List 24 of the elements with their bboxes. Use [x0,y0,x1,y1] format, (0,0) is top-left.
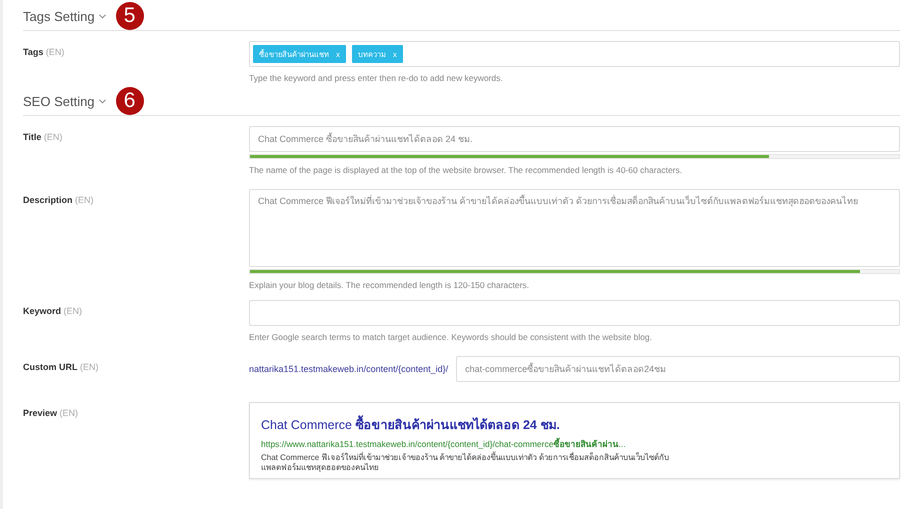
field-label: Title (EN) [23,131,64,144]
text-field[interactable] [249,300,900,326]
section-title[interactable]: Tags Setting [23,8,95,24]
field-label: Custom URL (EN) [23,361,100,374]
text-field[interactable]: Chat Commerce ซื้อขายสินค้าผ่านแชทได้ตลอด 24 ชม. [249,126,900,152]
field-label: Keyword (EN) [23,305,84,318]
preview-title: Chat Commerce ซื้อขายสินค้าผ่านแชทได้ตลอด 24 ชม. [261,415,888,435]
field-label: Preview (EN) [23,407,80,420]
help-text: Enter Google search terms to match target audience. Keywords should be consistent with the website blog. [249,332,654,342]
url-prefix: nattarika151.testmakeweb.in/content/{content_id}/ [249,364,448,374]
chevron-down-icon[interactable] [98,98,106,104]
help-text: Type the keyword and press enter then re-do to add new keywords. [249,73,504,83]
chevron-down-icon[interactable] [98,14,106,18]
step-number: 5 [116,2,144,30]
field-label: Tags (EN) [23,46,66,59]
help-text: Explain your blog details. The recommended length is 120-150 characters. [249,280,530,290]
url-field[interactable]: chat-commerceซื้อขายสินค้าผ่านแชทได้ตลอด24ชม [456,356,900,382]
field-label: Description (EN) [23,194,95,207]
textarea-field[interactable]: Chat Commerce ฟีเจอร์ใหม่ที่เข้ามาช่วยเจ้าของร้าน ค้าขายได้คล่องขึ้นแบบเท่าตัว ด้วยการเชื่อมสต็อกสินค้าบนเว็บไซต์กับแพลตฟอร์มแชทสุดฮอตของคนไทย [249,189,900,267]
help-text: The name of the page is displayed at the top of the website browser. The recommended length is 40-60 characters. [249,165,684,175]
preview-url: https://www.nattarika151.testmakeweb.in/content/{content_id}/chat-commerceซื้อขายสินค้าผ่าน... [261,437,627,451]
section-title[interactable]: SEO Setting [23,94,95,108]
step-number: 6 [116,87,144,115]
preview-description: Chat Commerce ฟีเจอร์ใหม่ที่เข้ามาช่วยเจ้าของร้าน ค้าขายได้คล่องขึ้นแบบเท่าตัว ด้วยการเชื่อมสต็อกสินค้าบนเว็บไซต์กับแพลตฟอร์มแชทสุดฮอตของคนไทย [261,453,670,474]
